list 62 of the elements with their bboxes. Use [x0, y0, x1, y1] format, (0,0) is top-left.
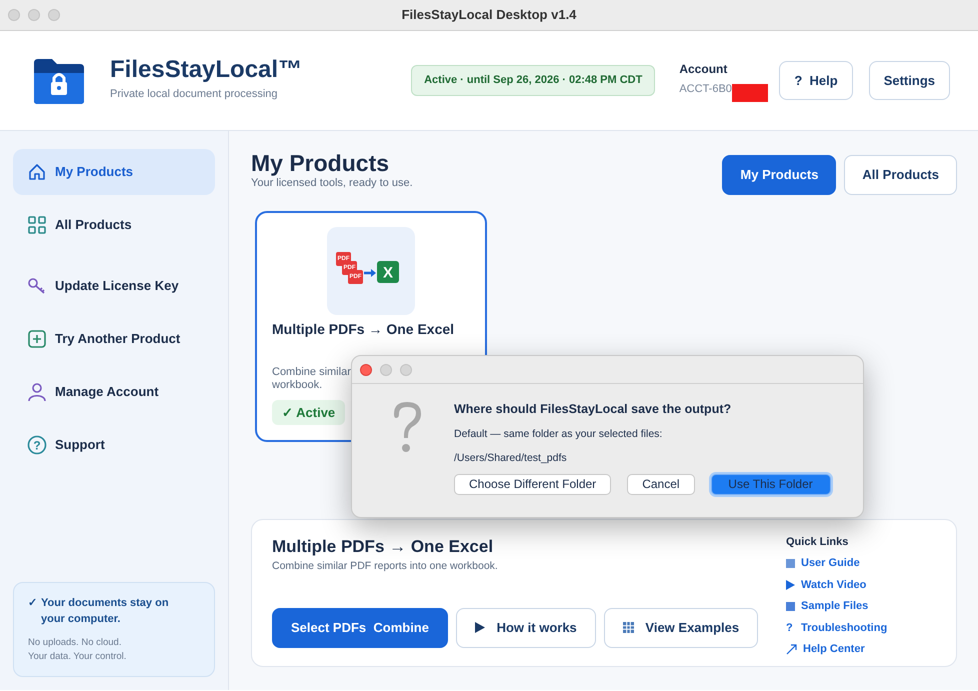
redaction-mark [732, 84, 768, 102]
zoom-button[interactable] [48, 9, 60, 21]
document-icon [786, 602, 795, 611]
tagline: Private local document processing [110, 87, 279, 102]
sidebar-item[interactable]: My Products [13, 149, 215, 195]
sidebar-item[interactable]: Update License Key [13, 263, 215, 309]
notice-title: Your documents stay on your computer. [41, 596, 170, 627]
help-button[interactable]: ? Help [779, 60, 853, 100]
how-it-works-button[interactable]: How it works [456, 608, 596, 648]
license-status-badge: Active · until Sep 26, 2026 · 02:48 PM CDT [411, 65, 656, 96]
minimize-button[interactable] [380, 364, 392, 376]
product-title: Multiple PDFs → One Excel [272, 320, 456, 339]
product-subtitle: Combine similar PDF reports into one workbook. [272, 559, 499, 574]
product-description: Combine similar [272, 366, 351, 379]
check-icon: ✓ [28, 594, 37, 628]
table-icon [622, 622, 634, 634]
grid-icon [27, 215, 47, 235]
select-pdfs-button[interactable]: Select PDFs Combine [272, 608, 448, 648]
question-icon: ? [794, 72, 802, 88]
view-examples-button[interactable]: View Examples [604, 608, 758, 648]
key-icon [27, 276, 47, 296]
product-title: Multiple PDFs → One Excel [272, 536, 494, 558]
quick-links-title: Quick Links [786, 534, 850, 550]
notice-text: No uploads. No cloud. [28, 636, 122, 650]
person-icon [27, 382, 47, 402]
product-description: workbook. [272, 378, 322, 392]
tab[interactable]: My Products [722, 155, 836, 194]
quick-link[interactable]: Sample Files [786, 598, 936, 614]
sidebar-item[interactable]: Manage Account [13, 369, 215, 415]
quick-link[interactable]: User Guide [786, 555, 936, 572]
choose-folder-button[interactable]: Choose Different Folder [454, 474, 612, 496]
folder-lock-icon [32, 56, 86, 104]
quick-link[interactable]: Help Center [786, 641, 936, 658]
active-badge: ✓ Active [272, 400, 346, 426]
quick-link[interactable]: Watch Video [786, 576, 936, 593]
account-id: ACCT-6B0 [679, 82, 732, 98]
app-name: FilesStayLocal™ [110, 58, 302, 82]
play-icon [786, 580, 795, 590]
page-subtitle: Your licensed tools, ready to use. [251, 176, 413, 192]
account-label: Account [679, 60, 728, 78]
minimize-button[interactable] [28, 9, 40, 21]
zoom-button[interactable] [400, 364, 412, 376]
question-circle-icon: ? [27, 435, 47, 455]
sidebar-item[interactable]: ? Support [13, 422, 215, 468]
question-icon: ? [786, 620, 795, 636]
page-title: My Products [251, 151, 390, 176]
document-icon [786, 558, 795, 568]
quick-link[interactable]: ? Troubleshooting [786, 620, 936, 636]
notice-text: Your data. Your control. [28, 650, 128, 664]
close-button[interactable] [360, 364, 372, 376]
arrow-icon [786, 644, 797, 655]
play-icon [474, 622, 485, 634]
plus-icon [27, 329, 47, 349]
cancel-button[interactable]: Cancel [627, 474, 695, 496]
folder-path: /Users/Shared/test_pdfs [454, 450, 568, 466]
sidebar-item[interactable]: Try Another Product [13, 316, 215, 362]
tab[interactable]: All Products [844, 155, 957, 194]
home-icon [27, 162, 47, 182]
settings-button[interactable]: Settings [868, 60, 950, 100]
close-button[interactable] [8, 9, 20, 21]
window-title: FilesStayLocal Desktop v1.4 [402, 6, 576, 24]
sidebar-item[interactable]: All Products [13, 202, 215, 248]
